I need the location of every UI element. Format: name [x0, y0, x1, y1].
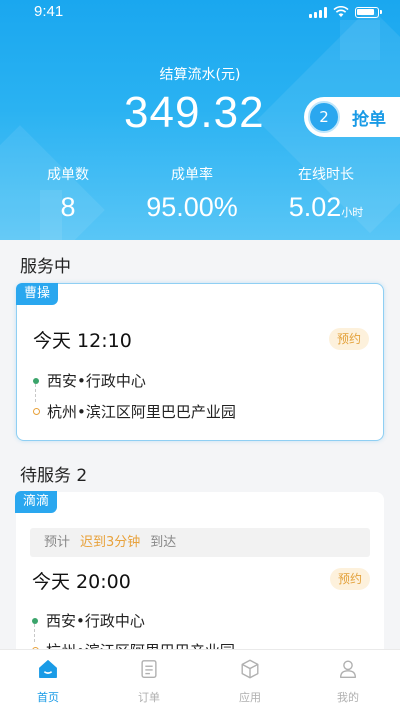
earnings-value: 349.32: [124, 88, 265, 137]
eta-suffix: 到达: [150, 535, 177, 550]
battery-cap: [380, 10, 382, 14]
tab-orders[interactable]: 订单: [119, 658, 179, 705]
pickup-dot-icon: [33, 377, 39, 384]
earnings-label: 结算流水(元): [159, 67, 241, 83]
stat-completed-orders: 成单数 8: [28, 164, 108, 223]
platform-tag: 曹操: [16, 283, 59, 305]
pickup-label: 西安•行政中心: [46, 612, 145, 630]
stat-label: 在线时长: [298, 167, 354, 183]
eta-late: 迟到3分钟: [80, 535, 141, 550]
background-decoration: [340, 20, 380, 60]
dashboard-header: 9:41 结算流水(元) 349.32 2 抢单 成单数 8 成单率 95.00…: [0, 0, 400, 240]
stat-completion-rate: 成单率 95.00%: [130, 164, 254, 223]
dropoff-location: 杭州•滨江区阿里巴巴产业园: [33, 401, 236, 422]
pickup-label: 西安•行政中心: [47, 372, 146, 390]
status-time: 9:41: [34, 3, 64, 20]
user-icon: [339, 660, 357, 678]
tab-profile[interactable]: 我的: [318, 658, 378, 705]
pickup-location: 西安•行政中心: [32, 610, 145, 631]
stat-value: 8: [60, 192, 76, 222]
tab-label: 订单: [138, 691, 160, 704]
stat-value: 5.02小时: [288, 192, 364, 222]
status-bar: 9:41: [0, 0, 400, 26]
tab-label: 应用: [239, 691, 261, 704]
tab-home[interactable]: 首页: [18, 658, 78, 705]
grab-order-button[interactable]: 2 抢单: [304, 97, 400, 137]
stat-online-time: 在线时长 5.02小时: [276, 164, 376, 223]
pickup-location: 西安•行政中心: [33, 370, 146, 391]
signal-icon: [309, 6, 327, 18]
home-icon: [39, 660, 57, 678]
grab-count-badge: 2: [308, 101, 340, 133]
stat-label: 成单率: [171, 167, 213, 183]
route-line: [35, 384, 36, 402]
stat-label: 成单数: [47, 167, 89, 183]
tab-label: 首页: [37, 691, 59, 704]
tab-label: 我的: [337, 691, 359, 704]
order-list-icon: [141, 660, 157, 678]
wifi-icon: [333, 6, 349, 17]
section-title-in-service: 服务中: [20, 257, 71, 277]
platform-tag: 滴滴: [15, 491, 58, 513]
order-time: 今天 12:10: [33, 330, 132, 352]
grab-order-label: 抢单: [352, 109, 386, 130]
order-time: 今天 20:00: [32, 571, 131, 593]
eta-notice: 预计 迟到3分钟 到达: [30, 528, 370, 557]
dropoff-dot-icon: [33, 408, 40, 415]
reservation-badge: 预约: [328, 328, 369, 350]
pickup-dot-icon: [32, 617, 38, 624]
eta-prefix: 预计: [44, 535, 71, 550]
battery-icon: [355, 6, 379, 18]
stat-value: 95.00%: [146, 192, 238, 222]
order-card-in-service[interactable]: 曹操 今天 12:10 预约 西安•行政中心 杭州•滨江区阿里巴巴产业园: [16, 283, 384, 441]
section-title-pending: 待服务 2: [20, 466, 88, 486]
dropoff-label: 杭州•滨江区阿里巴巴产业园: [47, 403, 236, 421]
cube-icon: [241, 659, 259, 679]
order-card-pending[interactable]: 滴滴 预计迟到3分钟到达 今天 20:00 预约 西安•行政中心 杭州•滨江区阿…: [15, 491, 384, 662]
bottom-tab-bar: 首页 订单 应用 我的: [0, 649, 400, 711]
reservation-badge: 预约: [329, 568, 370, 590]
tab-apps[interactable]: 应用: [220, 658, 280, 705]
